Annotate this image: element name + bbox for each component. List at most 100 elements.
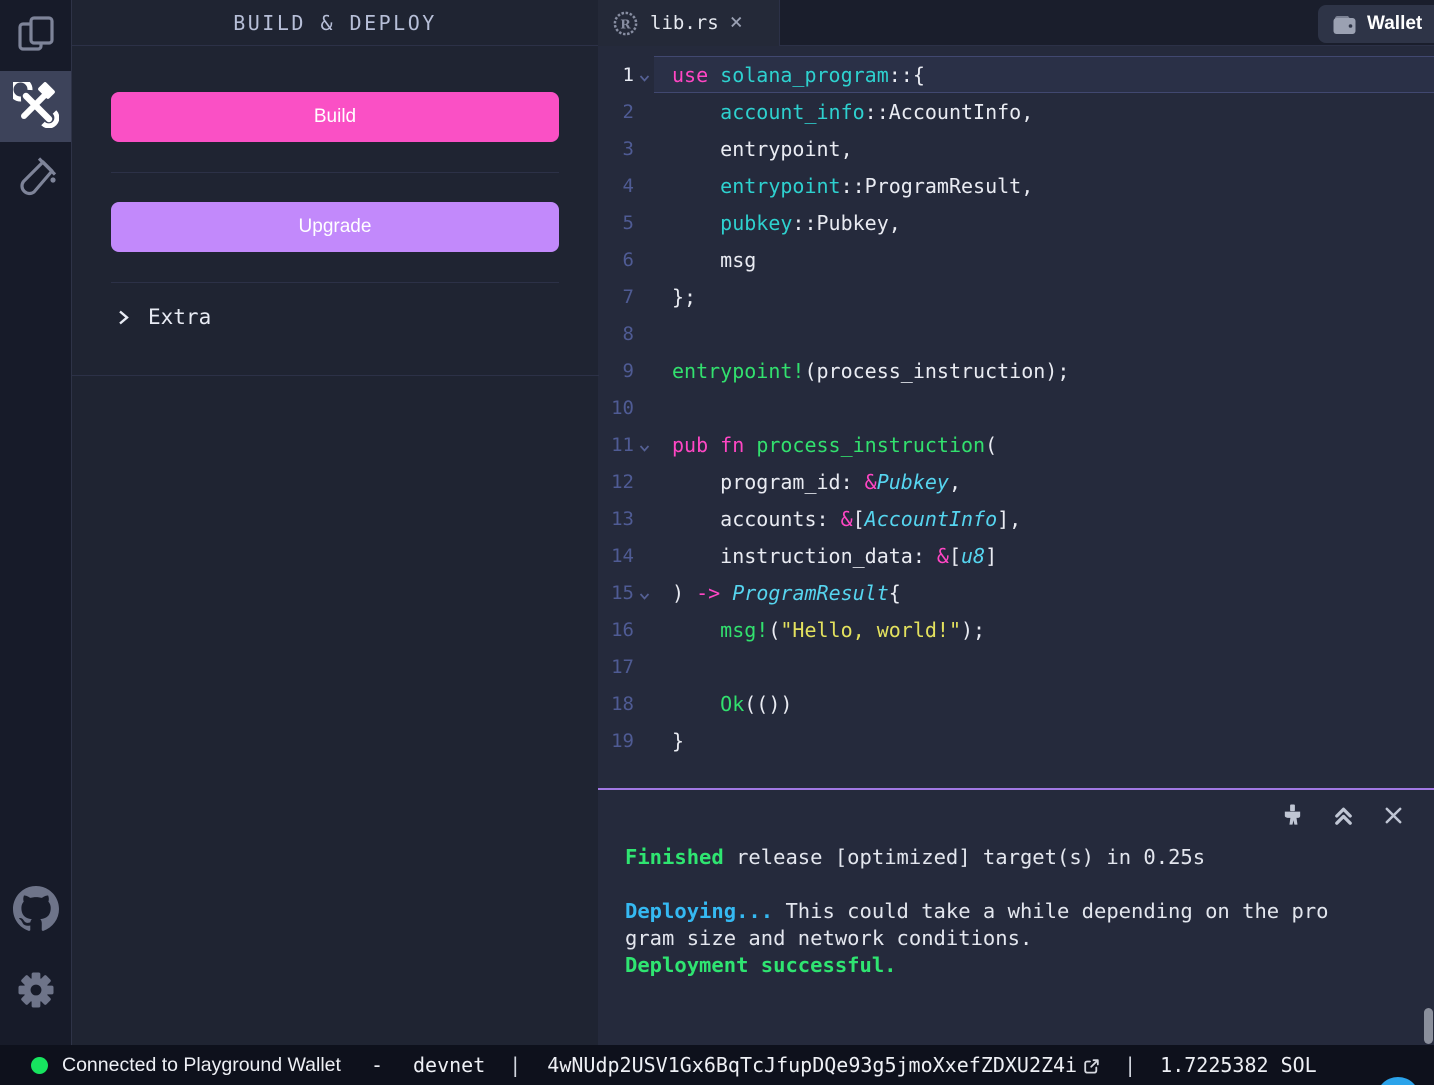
code-line[interactable]: 16 msg!("Hello, world!"); [598, 611, 1434, 648]
line-number: 12 [598, 471, 634, 493]
code-text: } [654, 722, 1434, 759]
close-terminal-icon[interactable] [1383, 805, 1404, 826]
code-line[interactable]: 11 pub fn process_instruction( [598, 426, 1434, 463]
line-number: 2 [598, 101, 634, 123]
code-text: entrypoint, [654, 130, 1434, 167]
line-number: 8 [598, 323, 634, 345]
line-number: 6 [598, 249, 634, 271]
tab-lib-rs[interactable]: R lib.rs × [598, 0, 780, 46]
fold-slot [634, 700, 654, 708]
divider [111, 172, 559, 173]
code-line[interactable]: 6 msg [598, 241, 1434, 278]
fold-chevron-icon[interactable] [634, 66, 654, 83]
network-selector[interactable]: devnet [413, 1053, 485, 1077]
code-line[interactable]: 12 program_id: &Pubkey, [598, 463, 1434, 500]
code-line[interactable]: 5 pubkey::Pubkey, [598, 204, 1434, 241]
code-line[interactable]: 18 Ok(()) [598, 685, 1434, 722]
code-line[interactable]: 14 instruction_data: &[u8] [598, 537, 1434, 574]
tab-file-name: lib.rs [650, 12, 719, 34]
status-bar: Connected to Playground Wallet - devnet … [0, 1045, 1434, 1085]
fold-slot [634, 367, 654, 375]
fold-chevron-icon[interactable] [634, 436, 654, 453]
fold-slot [634, 737, 654, 745]
terminal-line: gram size and network conditions. [625, 925, 1418, 952]
line-number: 10 [598, 397, 634, 419]
rust-logo-icon: R [612, 10, 639, 37]
line-number: 18 [598, 693, 634, 715]
clear-terminal-icon[interactable] [1281, 803, 1304, 827]
code-text: entrypoint!(process_instruction); [654, 352, 1434, 389]
line-number: 7 [598, 286, 634, 308]
code-text: ) -> ProgramResult{ [654, 574, 1434, 611]
wallet-button-label: Wallet [1367, 13, 1422, 35]
code-line[interactable]: 10 [598, 389, 1434, 426]
fold-slot [634, 293, 654, 301]
code-text: account_info::AccountInfo, [654, 93, 1434, 130]
fold-slot [634, 515, 654, 523]
external-link-icon [1083, 1056, 1100, 1075]
solana-playground-window: BUILD & DEPLOY Build Upgrade Extra R [0, 0, 1434, 1085]
line-number: 11 [598, 434, 634, 456]
github-button[interactable] [0, 875, 71, 946]
line-number: 16 [598, 619, 634, 641]
sidebar-item-explorer[interactable] [0, 0, 71, 71]
line-number: 9 [598, 360, 634, 382]
code-line[interactable]: 3 entrypoint, [598, 130, 1434, 167]
fold-slot [634, 219, 654, 227]
tab-close-icon[interactable]: × [730, 12, 743, 34]
connection-status-dot [31, 1057, 48, 1074]
wallet-button[interactable]: Wallet [1318, 5, 1434, 43]
fold-chevron-icon[interactable] [634, 584, 654, 601]
code-line[interactable]: 8 [598, 315, 1434, 352]
fold-slot [634, 552, 654, 560]
build-deploy-panel: BUILD & DEPLOY Build Upgrade Extra [71, 0, 598, 1045]
code-line[interactable]: 13 accounts: &[AccountInfo], [598, 500, 1434, 537]
code-text: pub fn process_instruction( [654, 426, 1434, 463]
files-icon [13, 11, 59, 61]
code-line[interactable]: 19} [598, 722, 1434, 759]
svg-text:R: R [620, 16, 631, 31]
terminal-panel[interactable]: Finished release [optimized] target(s) i… [598, 788, 1434, 1045]
test-tube-icon [14, 154, 58, 202]
line-number: 4 [598, 175, 634, 197]
code-text: entrypoint::ProgramResult, [654, 167, 1434, 204]
wallet-address-link[interactable]: 4wNUdp2USV1Gx6BqTcJfupDQe93g5jmoXxefZDXU… [547, 1053, 1100, 1077]
fold-slot [634, 145, 654, 153]
code-area[interactable]: 1use solana_program::{2 account_info::Ac… [598, 46, 1434, 788]
sidebar-item-test[interactable] [0, 142, 71, 213]
line-number: 17 [598, 656, 634, 678]
code-text [654, 315, 1434, 352]
settings-button[interactable] [0, 956, 71, 1027]
code-line[interactable]: 15) -> ProgramResult{ [598, 574, 1434, 611]
line-number: 19 [598, 730, 634, 752]
divider [72, 375, 599, 376]
expand-terminal-icon[interactable] [1332, 804, 1355, 827]
sidebar-item-build-deploy[interactable] [0, 71, 71, 142]
wallet-balance: 1.7225382 SOL [1160, 1053, 1317, 1077]
build-button[interactable]: Build [111, 92, 559, 142]
line-number: 13 [598, 508, 634, 530]
code-text [654, 648, 1434, 685]
code-line[interactable]: 1use solana_program::{ [598, 56, 1434, 93]
activity-bar [0, 0, 71, 1045]
terminal-scrollbar-thumb[interactable] [1424, 1008, 1433, 1044]
code-text: msg [654, 241, 1434, 278]
line-number: 14 [598, 545, 634, 567]
upgrade-button[interactable]: Upgrade [111, 202, 559, 252]
code-line[interactable]: 9 entrypoint!(process_instruction); [598, 352, 1434, 389]
code-text [654, 389, 1434, 426]
terminal-line: Finished release [optimized] target(s) i… [625, 844, 1418, 871]
fold-slot [634, 404, 654, 412]
status-dash: - [371, 1053, 383, 1077]
code-text: Ok(()) [654, 685, 1434, 722]
status-separator: | [509, 1053, 521, 1077]
code-line[interactable]: 2 account_info::AccountInfo, [598, 93, 1434, 130]
extra-section-toggle[interactable]: Extra [116, 305, 211, 329]
code-line[interactable]: 4 entrypoint::ProgramResult, [598, 167, 1434, 204]
line-number: 3 [598, 138, 634, 160]
terminal-line: Deployment successful. [625, 952, 1418, 979]
code-line[interactable]: 7}; [598, 278, 1434, 315]
line-number: 5 [598, 212, 634, 234]
code-line[interactable]: 17 [598, 648, 1434, 685]
activity-bar-bottom [0, 875, 71, 1027]
